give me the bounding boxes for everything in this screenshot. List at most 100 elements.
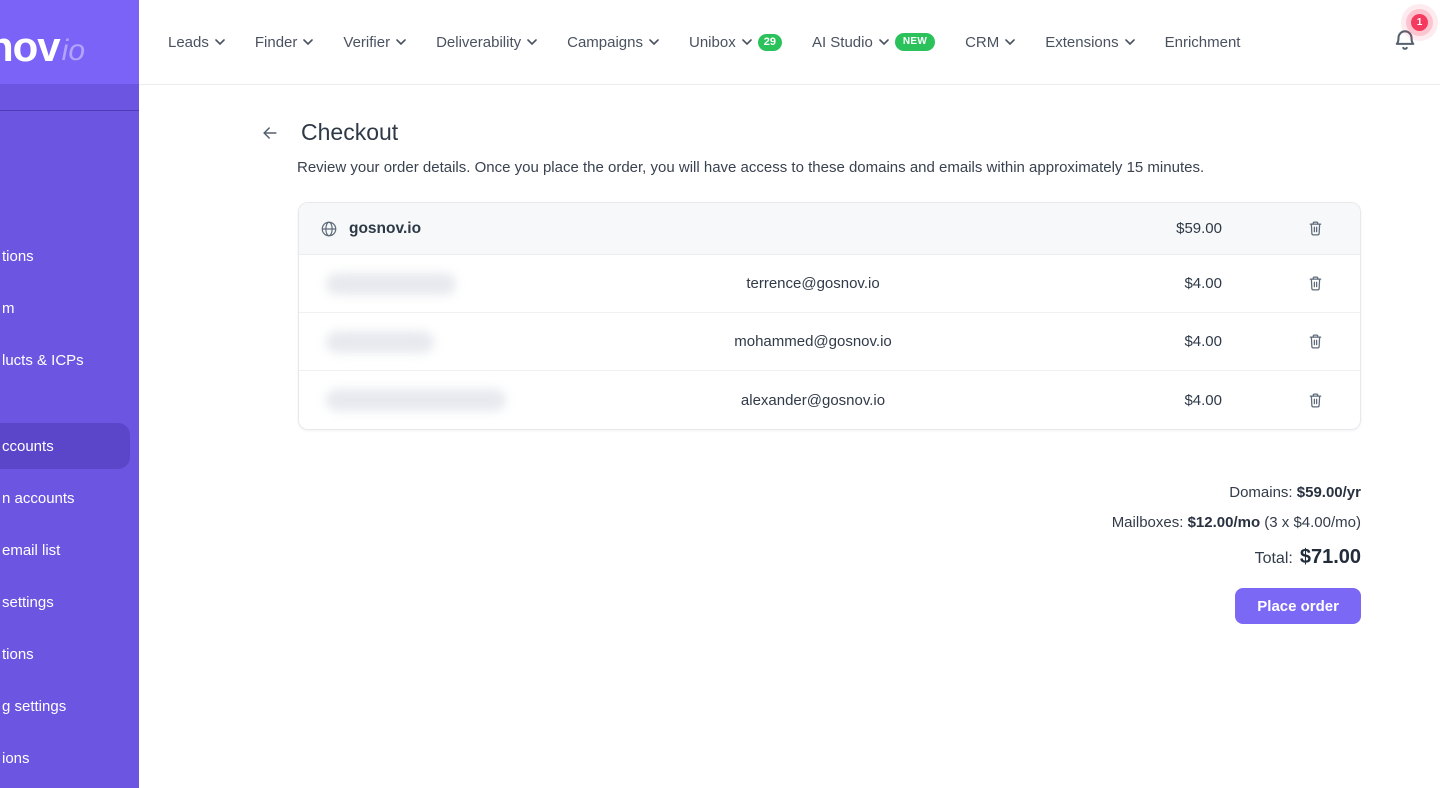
mailbox-email: alexander@gosnov.io: [506, 392, 1120, 409]
summary-mailboxes-line: Mailboxes: $12.00/mo (3 x $4.00/mo): [1112, 514, 1361, 531]
sidebar-item-label: g settings: [2, 698, 66, 715]
nav-item-label: AI Studio: [812, 34, 873, 51]
trash-icon: [1306, 219, 1325, 238]
mailbox-email: mohammed@gosnov.io: [506, 333, 1120, 350]
redacted-name-blur: [326, 273, 456, 295]
checkout-header: Checkout: [260, 119, 1440, 146]
place-order-button[interactable]: Place order: [1235, 588, 1361, 624]
sidebar-item-label: tions: [2, 248, 34, 265]
sidebar-item-email-list[interactable]: email list: [0, 524, 139, 576]
chevron-down-icon: [1125, 39, 1135, 45]
sidebar-item-label: ions: [2, 750, 30, 767]
nav-item-label: Enrichment: [1165, 34, 1241, 51]
sidebar-item-products-icps[interactable]: lucts & ICPs: [0, 334, 139, 386]
chevron-down-icon: [879, 39, 889, 45]
summary-domains-line: Domains: $59.00/yr: [1229, 484, 1361, 501]
summary-mailboxes-label: Mailboxes:: [1112, 514, 1184, 531]
trash-icon: [1306, 332, 1325, 351]
brand-logo-text: nov: [0, 26, 60, 68]
nav-item-unibox[interactable]: Unibox 29: [689, 34, 782, 51]
summary-total-value: $71.00: [1300, 546, 1361, 569]
page-title: Checkout: [301, 119, 398, 146]
top-navigation: Leads Finder Verifier Deliverability Cam…: [139, 0, 1440, 85]
app-window: nov io tions m lucts & ICPs ccounts n ac…: [0, 0, 1440, 788]
nav-item-label: Leads: [168, 34, 209, 51]
back-arrow-icon[interactable]: [260, 123, 280, 143]
sidebar-item-ions[interactable]: ions: [0, 732, 139, 784]
chevron-down-icon: [396, 39, 406, 45]
sidebar-menu: tions m lucts & ICPs ccounts n accounts …: [0, 111, 139, 784]
page-subtitle: Review your order details. Once you plac…: [297, 159, 1440, 176]
nav-item-verifier[interactable]: Verifier: [343, 34, 406, 51]
nav-item-label: CRM: [965, 34, 999, 51]
unibox-count-badge: 29: [758, 34, 782, 51]
sidebar-item-n-accounts[interactable]: n accounts: [0, 472, 139, 524]
summary-domains-label: Domains:: [1229, 484, 1292, 501]
brand-logo[interactable]: nov io: [0, 0, 139, 84]
chevron-down-icon: [742, 39, 752, 45]
new-badge: NEW: [895, 33, 935, 51]
brand-logo-suffix: io: [62, 34, 85, 69]
delete-mailbox-button[interactable]: [1270, 332, 1360, 351]
domain-price: $59.00: [1120, 220, 1270, 237]
delete-mailbox-button[interactable]: [1270, 274, 1360, 293]
chevron-down-icon: [527, 39, 537, 45]
summary-mailboxes-value: $12.00/mo: [1188, 514, 1261, 531]
mailbox-price: $4.00: [1120, 392, 1270, 409]
nav-item-label: Unibox: [689, 34, 736, 51]
sidebar-item-label: lucts & ICPs: [2, 352, 84, 369]
bell-icon: [1392, 26, 1418, 54]
domain-row: gosnov.io $59.00: [299, 203, 1360, 255]
domain-name: gosnov.io: [349, 220, 421, 238]
trash-icon: [1306, 391, 1325, 410]
nav-item-label: Finder: [255, 34, 298, 51]
nav-item-extensions[interactable]: Extensions: [1045, 34, 1134, 51]
nav-item-finder[interactable]: Finder: [255, 34, 314, 51]
mailbox-email: terrence@gosnov.io: [506, 275, 1120, 292]
nav-item-deliverability[interactable]: Deliverability: [436, 34, 537, 51]
mailbox-price: $4.00: [1120, 275, 1270, 292]
order-summary: Domains: $59.00/yr Mailboxes: $12.00/mo …: [139, 484, 1361, 624]
sidebar: nov io tions m lucts & ICPs ccounts n ac…: [0, 0, 139, 788]
nav-item-label: Verifier: [343, 34, 390, 51]
delete-mailbox-button[interactable]: [1270, 391, 1360, 410]
chevron-down-icon: [1005, 39, 1015, 45]
sidebar-item-label: m: [2, 300, 15, 317]
sidebar-item-m[interactable]: m: [0, 282, 139, 334]
summary-total-label: Total:: [1255, 550, 1293, 568]
notification-count-badge: 1: [1411, 14, 1428, 31]
mailbox-row: mohammed@gosnov.io $4.00: [299, 313, 1360, 371]
redacted-name-blur: [326, 389, 506, 411]
sidebar-item-settings[interactable]: settings: [0, 576, 139, 628]
sidebar-item-accounts-active[interactable]: ccounts: [0, 423, 130, 469]
nav-item-leads[interactable]: Leads: [168, 34, 225, 51]
sidebar-item-tions-1[interactable]: tions: [0, 230, 139, 282]
chevron-down-icon: [303, 39, 313, 45]
summary-mailboxes-detail: (3 x $4.00/mo): [1264, 514, 1361, 531]
sidebar-item-label: tions: [2, 646, 34, 663]
trash-icon: [1306, 274, 1325, 293]
nav-item-campaigns[interactable]: Campaigns: [567, 34, 659, 51]
main-content: Checkout Review your order details. Once…: [139, 85, 1440, 788]
nav-item-label: Deliverability: [436, 34, 521, 51]
nav-item-label: Campaigns: [567, 34, 643, 51]
sidebar-item-label: n accounts: [2, 490, 75, 507]
mailbox-row: alexander@gosnov.io $4.00: [299, 371, 1360, 429]
nav-item-crm[interactable]: CRM: [965, 34, 1015, 51]
summary-total-line: Total: $71.00: [1255, 546, 1361, 569]
sidebar-item-g-settings[interactable]: g settings: [0, 680, 139, 732]
order-card: gosnov.io $59.00 terrence@gosnov.io $4.0…: [298, 202, 1361, 430]
nav-item-enrichment[interactable]: Enrichment: [1165, 34, 1241, 51]
nav-item-label: Extensions: [1045, 34, 1118, 51]
chevron-down-icon: [649, 39, 659, 45]
sidebar-item-label: settings: [2, 594, 54, 611]
sidebar-item-tions-2[interactable]: tions: [0, 628, 139, 680]
globe-icon: [320, 220, 338, 238]
chevron-down-icon: [215, 39, 225, 45]
summary-domains-value: $59.00/yr: [1297, 484, 1361, 501]
delete-domain-button[interactable]: [1270, 219, 1360, 238]
nav-item-ai-studio[interactable]: AI Studio NEW: [812, 33, 935, 51]
mailbox-price: $4.00: [1120, 333, 1270, 350]
mailbox-row: terrence@gosnov.io $4.00: [299, 255, 1360, 313]
notifications-bell[interactable]: 1: [1392, 26, 1418, 56]
